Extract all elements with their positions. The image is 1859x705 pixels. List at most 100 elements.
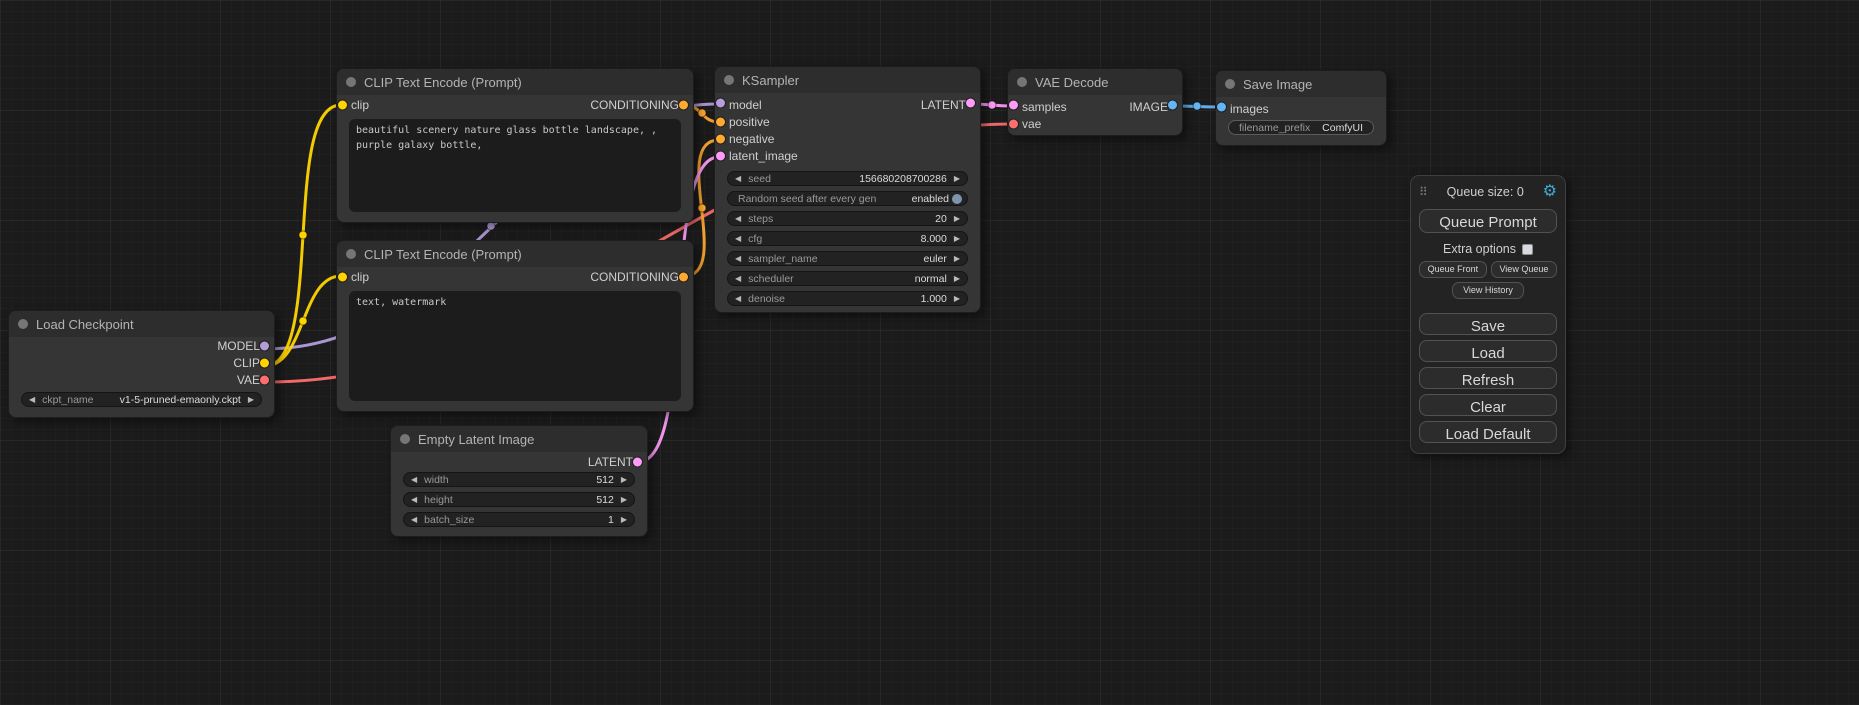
drag-handle-icon[interactable]: ⠿ [1419,185,1428,199]
widget-label: cfg [748,233,762,245]
scheduler-widget[interactable]: ◀ scheduler normal ▶ [727,271,968,286]
random-seed-toggle-widget[interactable]: Random seed after every gen enabled [727,191,968,206]
input-slot-clip[interactable] [338,101,347,110]
collapse-dot-icon[interactable] [1225,79,1235,89]
node-ksampler[interactable]: KSampler model LATENT positive negative … [714,66,981,313]
output-slot-conditioning[interactable] [679,101,688,110]
decrement-arrow-icon[interactable]: ◀ [735,295,741,303]
increment-arrow-icon[interactable]: ▶ [954,295,960,303]
node-clip-text-encode-positive[interactable]: CLIP Text Encode (Prompt) clip CONDITION… [336,68,694,223]
cfg-widget[interactable]: ◀ cfg 8.000 ▶ [727,231,968,246]
output-label-conditioning: CONDITIONING [590,270,679,284]
node-title: KSampler [742,73,799,88]
input-slot-latent-image[interactable] [716,151,725,160]
collapse-dot-icon[interactable] [400,434,410,444]
input-label-model: model [729,98,762,112]
input-label-clip: clip [351,270,369,284]
negative-prompt-textarea[interactable]: text, watermark [349,291,681,401]
input-slot-samples[interactable] [1009,101,1018,110]
node-graph-canvas[interactable]: Load Checkpoint MODEL CLIP VAE ◀ ckpt_na… [0,0,1859,705]
next-arrow-icon[interactable]: ▶ [248,396,254,404]
collapse-dot-icon[interactable] [346,249,356,259]
node-title: CLIP Text Encode (Prompt) [364,75,522,90]
queue-prompt-button[interactable]: Queue Prompt [1419,209,1557,233]
increment-arrow-icon[interactable]: ▶ [621,516,627,524]
input-slot-negative[interactable] [716,134,725,143]
clear-button[interactable]: Clear [1419,394,1557,416]
output-slot-image[interactable] [1168,101,1177,110]
view-history-button[interactable]: View History [1452,282,1524,299]
collapse-dot-icon[interactable] [724,75,734,85]
input-slot-positive[interactable] [716,117,725,126]
output-label-vae: VAE [237,373,260,387]
widget-value: 1 [608,514,614,526]
seed-widget[interactable]: ◀ seed 156680208700286 ▶ [727,171,968,186]
toggle-knob[interactable] [952,194,962,204]
increment-arrow-icon[interactable]: ▶ [954,175,960,183]
node-empty-latent-image[interactable]: Empty Latent Image LATENT ◀ width 512 ▶ … [390,425,648,537]
filename-prefix-widget[interactable]: filename_prefix ComfyUI [1228,120,1374,135]
queue-menu-panel[interactable]: ⠿ Queue size: 0 ⚙ Queue Prompt Extra opt… [1410,175,1566,454]
output-label-image: IMAGE [1129,100,1168,114]
prev-arrow-icon[interactable]: ◀ [29,396,35,404]
decrement-arrow-icon[interactable]: ◀ [735,175,741,183]
input-slot-images[interactable] [1217,103,1226,112]
collapse-dot-icon[interactable] [1017,77,1027,87]
output-slot-clip[interactable] [260,358,269,367]
load-button[interactable]: Load [1419,340,1557,362]
width-widget[interactable]: ◀ width 512 ▶ [403,472,635,487]
node-title: Empty Latent Image [418,432,534,447]
ckpt-name-widget[interactable]: ◀ ckpt_name v1-5-pruned-emaonly.ckpt ▶ [21,392,262,407]
output-slot-model[interactable] [260,341,269,350]
decrement-arrow-icon[interactable]: ◀ [735,215,741,223]
decrement-arrow-icon[interactable]: ◀ [411,476,417,484]
increment-arrow-icon[interactable]: ▶ [621,476,627,484]
widget-value: 1.000 [921,293,947,305]
refresh-button[interactable]: Refresh [1419,367,1557,389]
batch-size-widget[interactable]: ◀ batch_size 1 ▶ [403,512,635,527]
collapse-dot-icon[interactable] [18,319,28,329]
next-arrow-icon[interactable]: ▶ [954,275,960,283]
input-slot-model[interactable] [716,99,725,108]
input-slot-vae[interactable] [1009,119,1018,128]
increment-arrow-icon[interactable]: ▶ [621,496,627,504]
positive-prompt-textarea[interactable]: beautiful scenery nature glass bottle la… [349,119,681,212]
input-label-images: images [1230,102,1269,116]
widget-label: sampler_name [748,253,817,265]
decrement-arrow-icon[interactable]: ◀ [411,516,417,524]
widget-value: 512 [596,474,614,486]
input-label-vae: vae [1022,117,1041,131]
node-vae-decode[interactable]: VAE Decode samples IMAGE vae [1007,68,1183,136]
node-clip-text-encode-negative[interactable]: CLIP Text Encode (Prompt) clip CONDITION… [336,240,694,412]
decrement-arrow-icon[interactable]: ◀ [735,235,741,243]
collapse-dot-icon[interactable] [346,77,356,87]
output-slot-latent[interactable] [966,99,975,108]
settings-gear-icon[interactable]: ⚙ [1543,184,1557,200]
denoise-widget[interactable]: ◀ denoise 1.000 ▶ [727,291,968,306]
height-widget[interactable]: ◀ height 512 ▶ [403,492,635,507]
prev-arrow-icon[interactable]: ◀ [735,275,741,283]
output-slot-latent[interactable] [633,458,642,467]
prev-arrow-icon[interactable]: ◀ [735,255,741,263]
queue-front-button[interactable]: Queue Front [1419,261,1487,278]
load-default-button[interactable]: Load Default [1419,421,1557,443]
widget-value: normal [915,273,947,285]
input-label-samples: samples [1022,100,1067,114]
save-button[interactable]: Save [1419,313,1557,335]
decrement-arrow-icon[interactable]: ◀ [411,496,417,504]
output-slot-conditioning[interactable] [679,273,688,282]
node-title-bar: KSampler [715,67,980,93]
input-slot-clip[interactable] [338,273,347,282]
widget-value: 20 [935,213,947,225]
increment-arrow-icon[interactable]: ▶ [954,215,960,223]
sampler-name-widget[interactable]: ◀ sampler_name euler ▶ [727,251,968,266]
node-save-image[interactable]: Save Image images filename_prefix ComfyU… [1215,70,1387,146]
node-load-checkpoint[interactable]: Load Checkpoint MODEL CLIP VAE ◀ ckpt_na… [8,310,275,418]
next-arrow-icon[interactable]: ▶ [954,255,960,263]
output-slot-vae[interactable] [260,375,269,384]
node-title-bar: CLIP Text Encode (Prompt) [337,241,693,267]
extra-options-checkbox[interactable] [1522,244,1533,255]
increment-arrow-icon[interactable]: ▶ [954,235,960,243]
steps-widget[interactable]: ◀ steps 20 ▶ [727,211,968,226]
view-queue-button[interactable]: View Queue [1491,261,1557,278]
